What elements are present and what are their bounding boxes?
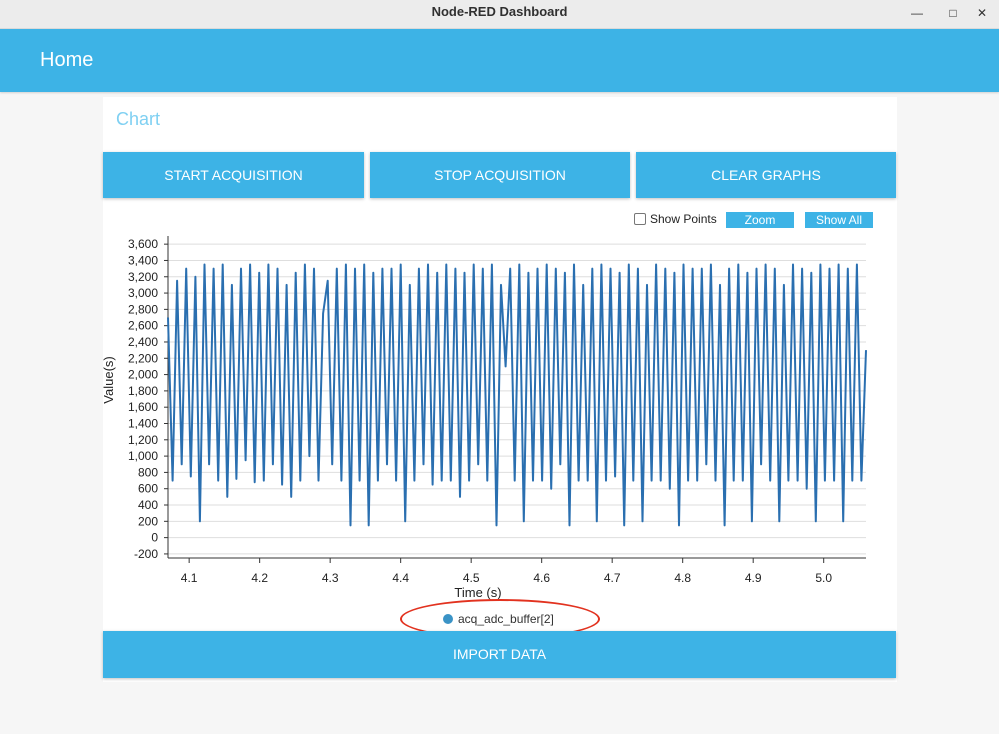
group-title: Chart — [116, 109, 161, 129]
page-title: Home — [40, 49, 94, 71]
show-points-label: Show Points — [650, 212, 717, 226]
close-icon[interactable]: ✕ — [973, 4, 991, 22]
window-title: Node-RED Dashboard — [431, 4, 568, 19]
show-points-checkbox[interactable] — [634, 213, 646, 225]
show-all-button[interactable]: Show All — [805, 212, 873, 228]
dashboard-header: Home — [0, 29, 999, 92]
start-acquisition-button[interactable]: START ACQUISITION — [103, 152, 364, 198]
import-data-button[interactable]: IMPORT DATA — [103, 631, 896, 678]
window-titlebar: Node-RED Dashboard — □ ✕ — [0, 0, 999, 29]
clear-graphs-button[interactable]: CLEAR GRAPHS — [636, 152, 896, 198]
stop-acquisition-button[interactable]: STOP ACQUISITION — [370, 152, 630, 198]
maximize-icon[interactable]: □ — [944, 4, 962, 22]
zoom-button[interactable]: Zoom — [726, 212, 794, 228]
minimize-icon[interactable]: — — [908, 4, 926, 22]
